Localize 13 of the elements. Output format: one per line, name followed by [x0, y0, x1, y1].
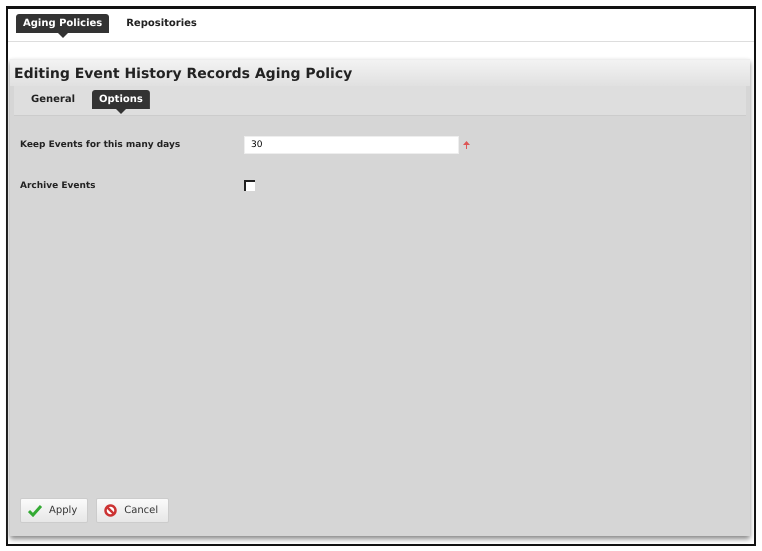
- tab[interactable]: Repositories: [119, 14, 204, 33]
- apply-button[interactable]: Apply: [20, 498, 88, 523]
- tab[interactable]: General: [24, 90, 82, 109]
- field-label: Archive Events: [20, 180, 97, 190]
- checkbox[interactable]: [244, 180, 255, 191]
- check-icon: [28, 504, 42, 516]
- tab[interactable]: Options: [92, 90, 150, 114]
- input-field[interactable]: 30: [244, 136, 459, 154]
- tab[interactable]: Aging Policies: [16, 14, 110, 38]
- panel-title: Editing Event History Records Aging Policy: [10, 60, 750, 86]
- field-label: Keep Events for this many days: [20, 140, 182, 150]
- cancel-button[interactable]: Cancel: [96, 498, 170, 523]
- cancel-icon: [104, 504, 118, 517]
